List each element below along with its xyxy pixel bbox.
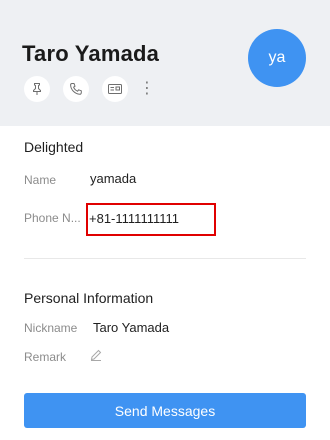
header-actions: ⋮: [24, 76, 155, 102]
contact-header: Taro Yamada ⋮ ya: [0, 0, 330, 126]
remark-label: Remark: [24, 350, 67, 364]
avatar: ya: [248, 29, 306, 87]
nickname-value: Taro Yamada: [93, 320, 170, 335]
pin-button[interactable]: [24, 76, 50, 102]
contact-card-icon: [108, 84, 122, 94]
status-label: Delighted: [24, 139, 84, 155]
call-button[interactable]: [63, 76, 89, 102]
send-messages-button[interactable]: Send Messages: [24, 393, 306, 428]
edit-icon[interactable]: [89, 348, 103, 362]
phone-highlight-box: [86, 203, 216, 236]
divider: [24, 258, 306, 259]
contact-card-button[interactable]: [102, 76, 128, 102]
nickname-label: Nickname: [24, 321, 78, 335]
personal-info-title: Personal Information: [24, 290, 154, 306]
name-label: Name: [24, 173, 57, 187]
pin-icon: [33, 83, 41, 95]
more-vertical-icon[interactable]: ⋮: [139, 81, 155, 97]
phone-label: Phone N...: [24, 211, 81, 225]
phone-icon: [70, 83, 82, 95]
contact-name-title: Taro Yamada: [22, 41, 160, 66]
name-value: yamada: [90, 171, 137, 186]
